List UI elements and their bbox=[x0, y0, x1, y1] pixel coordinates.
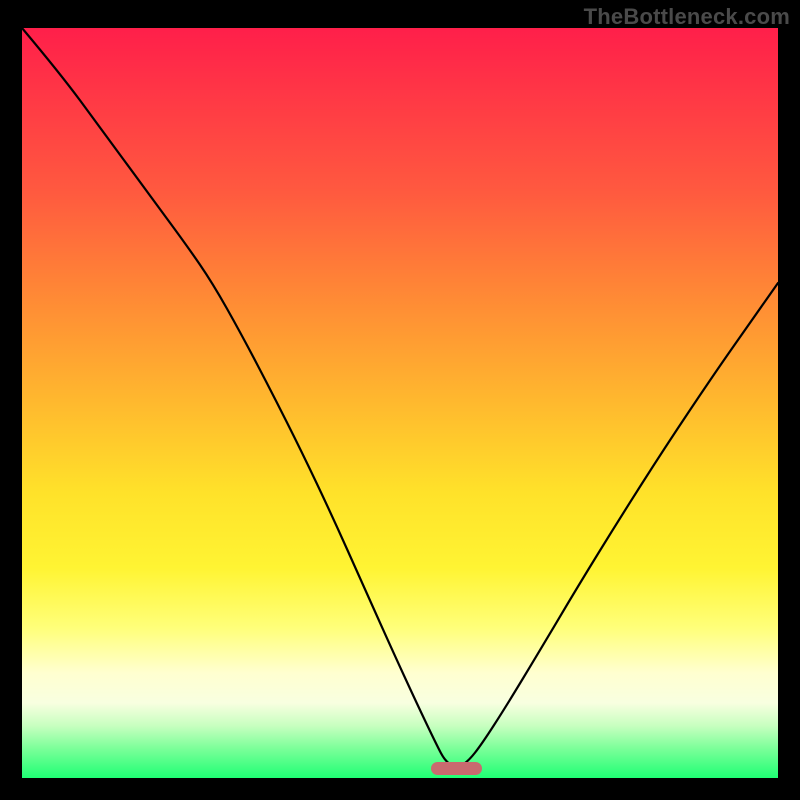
chart-frame: TheBottleneck.com bbox=[0, 0, 800, 800]
minimum-marker bbox=[431, 762, 482, 776]
bottleneck-curve bbox=[22, 28, 778, 778]
plot-area bbox=[22, 28, 778, 778]
watermark-text: TheBottleneck.com bbox=[584, 4, 790, 30]
